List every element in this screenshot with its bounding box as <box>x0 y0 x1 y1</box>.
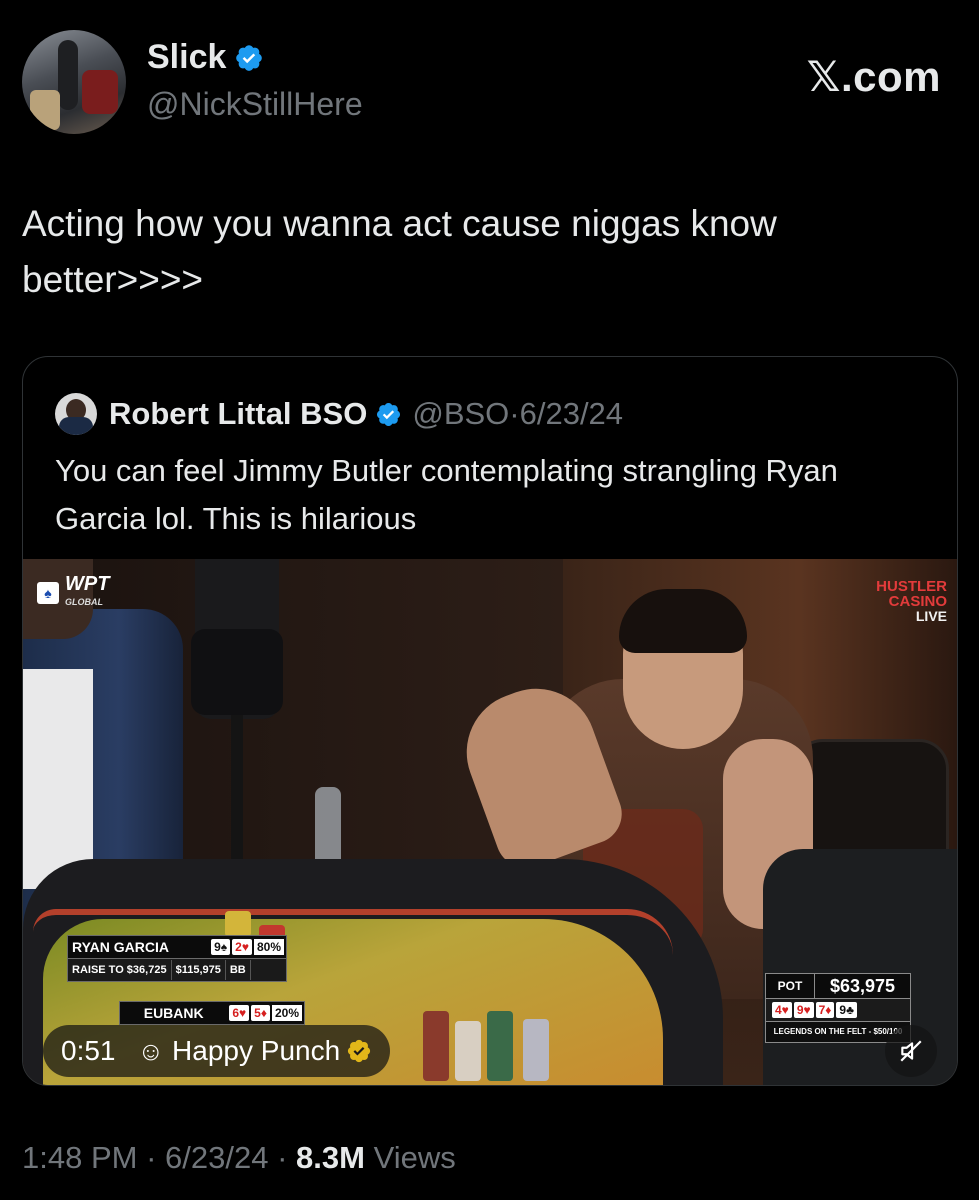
hole-card: 6♥ <box>229 1005 250 1021</box>
tweet-text: Acting how you wanna act cause niggas kn… <box>22 203 777 300</box>
pot-display: POT $63,975 4♥ 9♥ 7♦ 9♣ LEGENDS ON THE F… <box>765 973 911 1043</box>
gold-verified-badge-icon <box>348 1039 371 1063</box>
wpt-logo-text: WPT GLOBAL <box>65 573 110 611</box>
avatar-body <box>59 417 93 435</box>
board-cards: 4♥ 9♥ 7♦ 9♣ <box>765 999 911 1022</box>
x-logo: 𝕏.com <box>806 53 941 100</box>
meta-separator: · <box>277 1140 288 1175</box>
video-elapsed-time: 0:51 <box>61 1035 116 1066</box>
chip-stack <box>225 911 251 937</box>
player-nameplate-eubank: EUBANK 6♥ 5♦ 20% <box>119 1001 305 1025</box>
board-card: 7♦ <box>815 1002 835 1018</box>
wpt-label: WPT <box>65 573 110 595</box>
speaker-muted-icon <box>900 1040 922 1062</box>
quoted-tweet-text: You can feel Jimmy Butler contemplating … <box>55 453 838 536</box>
quoted-author-handle[interactable]: @BSO <box>412 396 509 432</box>
player-ryan-hair <box>619 589 747 653</box>
mute-button[interactable] <box>885 1025 937 1077</box>
chip-stack <box>487 1011 513 1081</box>
views-count: 8.3M <box>296 1140 365 1175</box>
hole-card: 9♠ <box>211 939 231 955</box>
meta-separator: · <box>146 1140 157 1175</box>
tweet-time[interactable]: 1:48 PM <box>22 1140 137 1175</box>
author-name[interactable]: Slick <box>147 38 226 77</box>
hole-card: 2♥ <box>232 939 252 955</box>
pot-row: POT $63,975 <box>765 973 911 999</box>
quoted-author-avatar[interactable] <box>55 393 97 435</box>
hustler-line3: LIVE <box>915 608 947 624</box>
smiley-icon: ☺ <box>137 1035 165 1066</box>
nameplate-action-row: RAISE TO $36,725 $115,975 BB <box>67 959 287 982</box>
pot-label: POT <box>766 974 815 998</box>
board-card: 9♥ <box>793 1002 814 1018</box>
wpt-sub-label: GLOBAL <box>65 597 103 607</box>
author-name-row: Slick <box>147 38 264 77</box>
audio-track-name[interactable]: Happy Punch <box>172 1035 340 1067</box>
author-avatar[interactable] <box>22 30 126 134</box>
pot-value: $63,975 <box>829 975 896 996</box>
nameplate-row: RYAN GARCIA 9♠ 2♥ 80% <box>67 935 287 959</box>
lamp-pole <box>231 715 243 875</box>
tweet-meta: 1:48 PM · 6/23/24 · 8.3M Views <box>22 1140 456 1176</box>
quoted-tweet-date[interactable]: 6/23/24 <box>520 396 623 432</box>
avatar-floor <box>30 90 60 130</box>
verified-badge-icon <box>236 44 263 71</box>
board-card: 9♣ <box>836 1002 857 1018</box>
hustler-line1: HUSTLER <box>876 578 947 595</box>
avatar-chair <box>82 70 118 114</box>
quoted-author-name[interactable]: Robert Littal BSO <box>109 396 367 432</box>
chip-stack <box>455 1021 481 1081</box>
win-equity: 20% <box>271 1005 302 1021</box>
hustler-line2: CASINO <box>888 593 947 610</box>
board-card: 4♥ <box>772 1002 792 1018</box>
video-player[interactable]: ♠ WPT GLOBAL HUSTLER CASINO LIVE RYAN GA… <box>23 559 957 1085</box>
author-handle[interactable]: @NickStillHere <box>147 86 363 123</box>
player-name: EUBANK <box>143 1005 204 1021</box>
wpt-global-logo: ♠ WPT GLOBAL <box>37 573 110 611</box>
chip-stack <box>423 1011 449 1081</box>
wpt-spade-icon: ♠ <box>37 582 59 604</box>
verified-badge-icon <box>377 402 401 426</box>
avatar-figure <box>58 40 78 110</box>
chip-stack <box>523 1019 549 1081</box>
player-nameplate-ryan: RYAN GARCIA 9♠ 2♥ 80% RAISE TO $36,725 $… <box>67 935 287 982</box>
player-name: RYAN GARCIA <box>72 939 169 955</box>
nameplate-row: EUBANK 6♥ 5♦ 20% <box>119 1001 305 1025</box>
video-info-pill[interactable]: 0:51 ☺ Happy Punch <box>43 1025 391 1077</box>
quoted-tweet-card[interactable]: Robert Littal BSO @BSO · 6/23/24 You can… <box>22 356 958 1086</box>
player-left-shirt <box>23 669 93 889</box>
lamp-base <box>191 629 283 715</box>
player-action: RAISE TO $36,725 <box>68 960 172 980</box>
hustler-casino-live-logo: HUSTLER CASINO LIVE <box>876 579 947 624</box>
views-label: Views <box>373 1140 456 1175</box>
hole-card: 5♦ <box>251 1005 270 1021</box>
meta-separator: · <box>509 396 520 431</box>
win-equity: 80% <box>253 939 284 955</box>
player-stack: $115,975 <box>172 960 226 980</box>
quoted-tweet-header: Robert Littal BSO @BSO · 6/23/24 <box>55 393 623 435</box>
tweet-date[interactable]: 6/23/24 <box>165 1140 268 1175</box>
player-position: BB <box>226 960 251 980</box>
